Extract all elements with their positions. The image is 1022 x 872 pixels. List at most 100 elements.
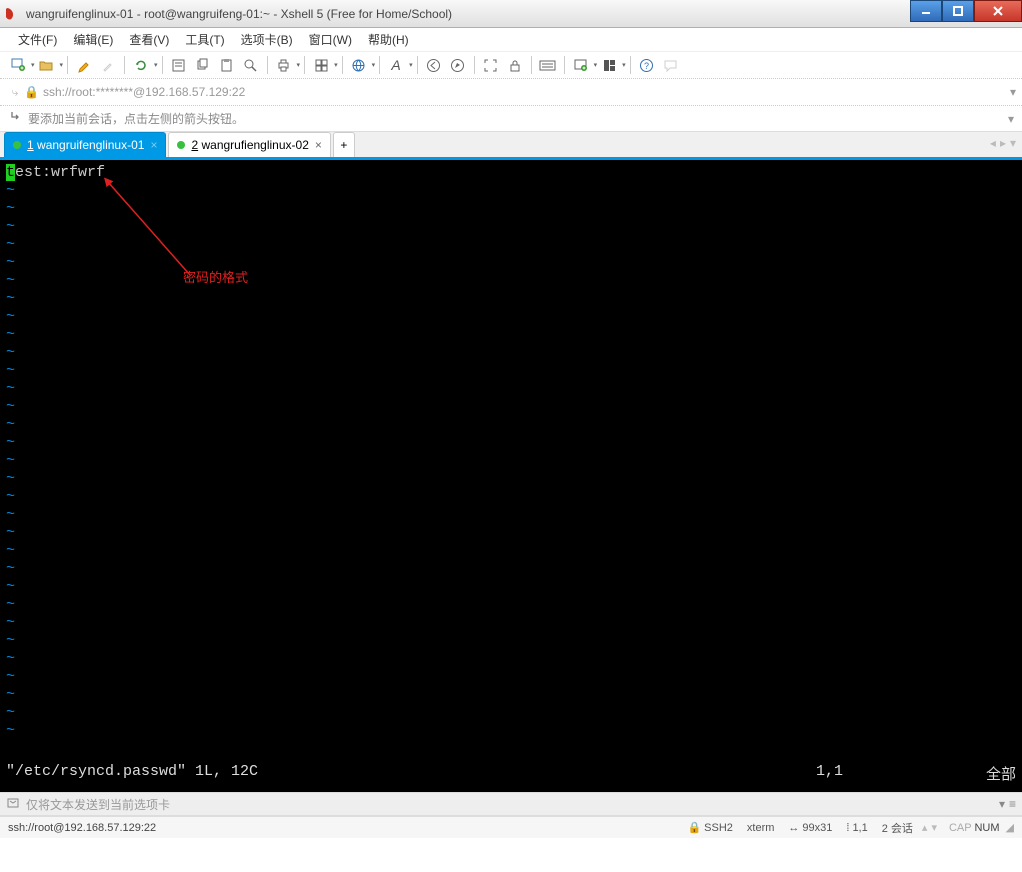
find-icon[interactable] <box>240 55 262 75</box>
tab-prev-icon[interactable]: ◂ <box>990 136 996 150</box>
menu-tools[interactable]: 工具(T) <box>177 28 232 51</box>
toolbar-separator <box>531 56 532 74</box>
terminal-tilde: ~ <box>6 434 1016 452</box>
tab-next-icon[interactable]: ▸ <box>1000 136 1006 150</box>
terminal-tilde: ~ <box>6 524 1016 542</box>
keyboard-icon[interactable] <box>537 55 559 75</box>
terminal-tilde: ~ <box>6 704 1016 722</box>
dropdown-icon[interactable]: ▾ <box>372 61 376 69</box>
dropdown-icon[interactable]: ▾ <box>297 61 301 69</box>
window-buttons <box>910 0 1022 22</box>
terminal-tilde: ~ <box>6 470 1016 488</box>
annotation-label: 密码的格式 <box>183 267 248 286</box>
menu-window[interactable]: 窗口(W) <box>301 28 360 51</box>
compass-icon[interactable] <box>447 55 469 75</box>
terminal-tilde: ~ <box>6 722 1016 740</box>
dropdown-icon[interactable]: ▾ <box>1008 112 1014 126</box>
layout-icon[interactable] <box>310 55 332 75</box>
menu-tabs[interactable]: 选项卡(B) <box>233 28 301 51</box>
toolbar-separator <box>417 56 418 74</box>
menu-edit[interactable]: 编辑(E) <box>65 28 121 51</box>
status-sessions: 2 会话 <box>882 820 913 836</box>
hint-bar: 要添加当前会话，点击左侧的箭头按钮。 ▾ <box>0 106 1022 132</box>
terminal-tilde: ~ <box>6 290 1016 308</box>
menu-view[interactable]: 查看(V) <box>121 28 177 51</box>
compose-placeholder[interactable]: 仅将文本发送到当前选项卡 <box>26 796 999 813</box>
new-session-icon[interactable] <box>7 55 29 75</box>
copy-icon[interactable] <box>192 55 214 75</box>
terminal-tilde: ~ <box>6 650 1016 668</box>
tile-icon[interactable] <box>598 55 620 75</box>
minimize-button[interactable] <box>910 0 942 22</box>
fullscreen-icon[interactable] <box>480 55 502 75</box>
toolbar-separator <box>474 56 475 74</box>
terminal[interactable]: test:wrfwrf ~ ~ ~ ~ ~ ~ ~ ~ ~ ~ ~ ~ ~ ~ … <box>0 160 1022 792</box>
tab-label: 2 wangrufienglinux-02 <box>191 138 308 152</box>
close-button[interactable] <box>974 0 1022 22</box>
down-arrow-icon[interactable]: ▾ <box>931 821 937 834</box>
vim-file-info: "/etc/rsyncd.passwd" 1L, 12C <box>6 763 258 784</box>
print-icon[interactable] <box>273 55 295 75</box>
paste-icon[interactable] <box>216 55 238 75</box>
vim-cursor-position: 1,1 <box>816 763 843 780</box>
send-icon[interactable] <box>6 796 20 813</box>
terminal-tilde: ~ <box>6 326 1016 344</box>
toolbar: ▾ ▾ ▾ ▾ ▾ ▾ A ▾ ▾ ▾ ? <box>0 52 1022 79</box>
dropdown-icon[interactable]: ▾ <box>60 61 64 69</box>
dropdown-icon[interactable]: ▾ <box>154 61 158 69</box>
tab-menu-icon[interactable]: ▾ <box>1010 136 1016 150</box>
dropdown-icon[interactable]: ▾ <box>622 61 626 69</box>
compose-right-controls: ▾ ≡ <box>999 797 1016 811</box>
hint-right-controls: ▾ <box>1008 112 1014 126</box>
address-text[interactable]: ssh://root:********@192.168.57.129:22 <box>43 85 1004 99</box>
chat-icon[interactable] <box>660 55 682 75</box>
back-icon[interactable] <box>423 55 445 75</box>
maximize-button[interactable] <box>942 0 974 22</box>
help-icon[interactable]: ? <box>636 55 658 75</box>
arrow-add-icon[interactable] <box>8 110 22 127</box>
menu-help[interactable]: 帮助(H) <box>360 28 417 51</box>
status-ssh: 🔒SSH2 <box>687 821 732 834</box>
tab-close-icon[interactable]: × <box>150 138 157 152</box>
dropdown-icon[interactable]: ▾ <box>594 61 598 69</box>
dropdown-icon[interactable]: ▾ <box>409 61 413 69</box>
lock-icon[interactable] <box>504 55 526 75</box>
reconnect-icon[interactable] <box>130 55 152 75</box>
compose-bar: 仅将文本发送到当前选项卡 ▾ ≡ <box>0 792 1022 816</box>
dropdown-icon[interactable]: ▾ <box>999 797 1005 811</box>
resize-grip-icon[interactable]: ◢ <box>1006 821 1014 834</box>
toolbar-separator <box>162 56 163 74</box>
add-session-icon[interactable]: ⤷ <box>7 82 23 102</box>
dropdown-icon[interactable]: ▾ <box>31 61 35 69</box>
eyedropper-icon[interactable] <box>97 55 119 75</box>
tab-close-icon[interactable]: × <box>315 138 322 152</box>
new-window-icon[interactable] <box>570 55 592 75</box>
hint-text: 要添加当前会话，点击左侧的箭头按钮。 <box>28 110 244 127</box>
dropdown-icon[interactable]: ▾ <box>1010 85 1016 99</box>
toolbar-separator <box>124 56 125 74</box>
terminal-tilde: ~ <box>6 560 1016 578</box>
toolbar-separator <box>342 56 343 74</box>
dropdown-icon[interactable]: ▾ <box>334 61 338 69</box>
globe-icon[interactable] <box>348 55 370 75</box>
tab-session-1[interactable]: 1 wangruifenglinux-01 × <box>4 132 166 157</box>
highlight-icon[interactable] <box>73 55 95 75</box>
status-num: NUM <box>974 822 999 834</box>
properties-icon[interactable] <box>168 55 190 75</box>
menu-file[interactable]: 文件(F) <box>10 28 65 51</box>
status-dot-icon <box>13 141 21 149</box>
toolbar-separator <box>630 56 631 74</box>
open-icon[interactable] <box>36 55 58 75</box>
session-tabs: 1 wangruifenglinux-01 × 2 wangrufienglin… <box>0 132 1022 160</box>
tab-add-button[interactable]: + <box>333 132 355 157</box>
up-arrow-icon[interactable]: ▴ <box>922 821 928 834</box>
lock-icon: 🔒 <box>687 821 701 834</box>
lock-icon: 🔒 <box>24 85 39 99</box>
menu-icon[interactable]: ≡ <box>1009 797 1016 811</box>
terminal-tilde: ~ <box>6 668 1016 686</box>
font-icon[interactable]: A <box>385 55 407 75</box>
tab-session-2[interactable]: 2 wangrufienglinux-02 × <box>168 132 330 157</box>
terminal-tilde: ~ <box>6 542 1016 560</box>
terminal-tilde: ~ <box>6 416 1016 434</box>
terminal-tilde: ~ <box>6 236 1016 254</box>
